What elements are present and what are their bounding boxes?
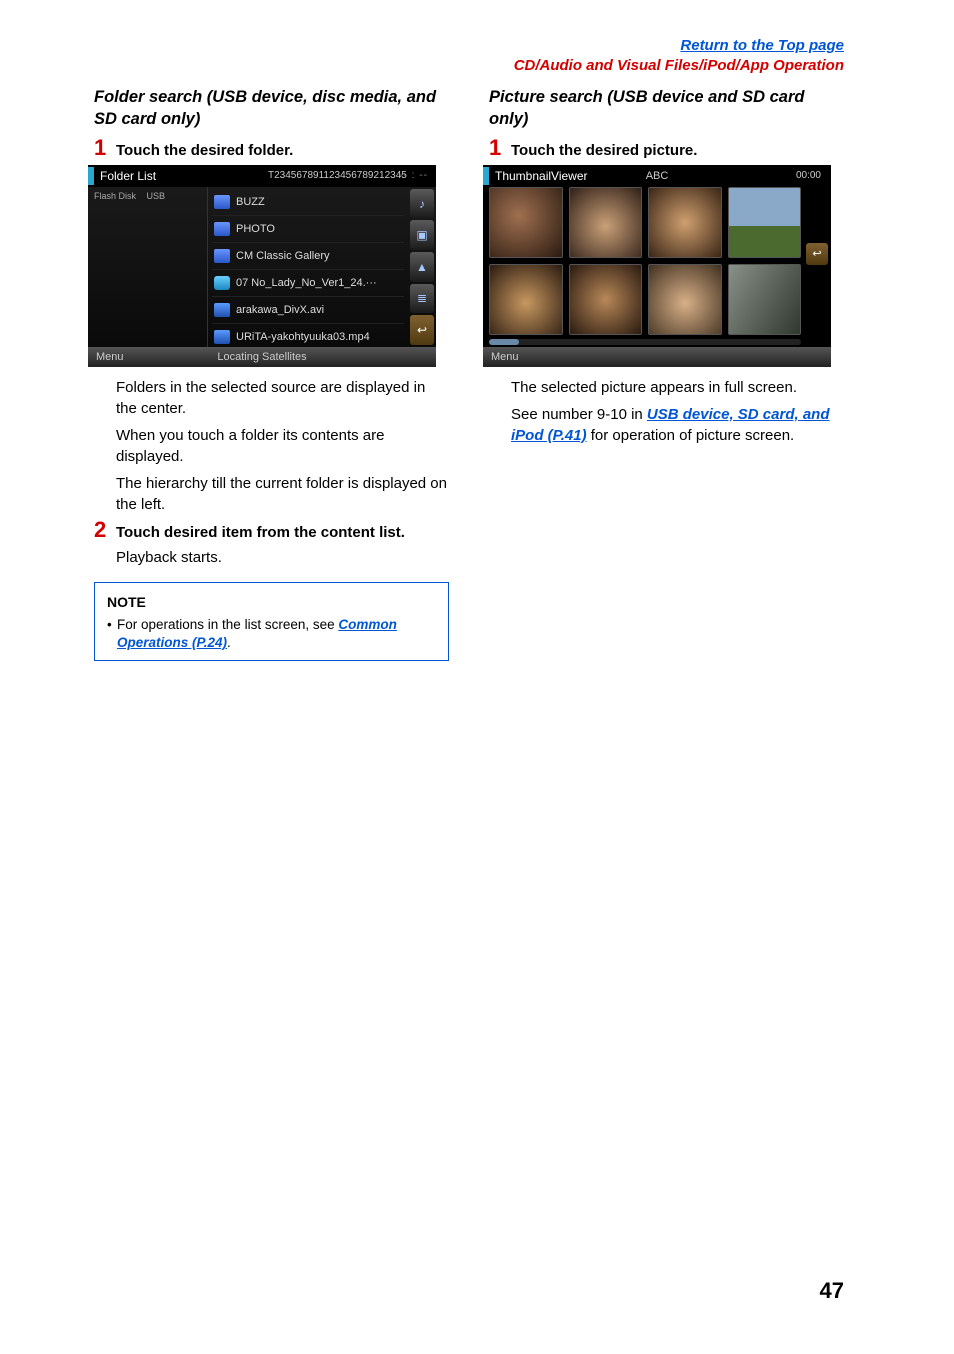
picture-thumbnail[interactable] bbox=[728, 264, 802, 335]
side-toolbar: ♪ ▣ ▲ ≣ ↩ bbox=[408, 187, 436, 347]
body-text: Folders in the selected source are displ… bbox=[116, 377, 449, 419]
page-header: Return to the Top page CD/Audio and Visu… bbox=[514, 36, 844, 77]
crumb-usb: USB bbox=[147, 191, 166, 201]
video-file-icon bbox=[214, 303, 230, 317]
folder-hierarchy: Flash Disk USB bbox=[88, 187, 208, 347]
step-1: 1 Touch the desired picture. bbox=[489, 139, 844, 161]
body-text: The hierarchy till the current folder is… bbox=[116, 473, 449, 515]
music-filter-button[interactable]: ♪ bbox=[410, 189, 434, 219]
step-text: Touch desired item from the content list… bbox=[116, 521, 449, 543]
body-text: See number 9-10 in USB device, SD card, … bbox=[511, 404, 844, 446]
thumbnail-scrollbar[interactable] bbox=[489, 339, 801, 345]
list-item[interactable]: CM Classic Gallery bbox=[212, 243, 404, 270]
note-title: NOTE bbox=[107, 593, 436, 612]
return-top-link[interactable]: Return to the Top page bbox=[680, 37, 844, 54]
section-breadcrumb: CD/Audio and Visual Files/iPod/App Opera… bbox=[514, 56, 844, 76]
list-item[interactable]: 07 No_Lady_No_Ver1_24.··· bbox=[212, 270, 404, 297]
step-text: Touch the desired folder. bbox=[116, 139, 449, 161]
folder-list-screenshot: Folder List T234567891123456789212345 --… bbox=[88, 165, 436, 367]
thumbnail-viewer-screenshot: ThumbnailViewer ABC 00:00 ↩ Menu bbox=[483, 165, 831, 367]
body-text: The selected picture appears in full scr… bbox=[511, 377, 844, 398]
back-button[interactable]: ↩ bbox=[410, 315, 434, 345]
screen-title: ThumbnailViewer bbox=[495, 169, 588, 183]
video-file-icon bbox=[214, 330, 230, 344]
picture-search-heading: Picture search (USB device and SD card o… bbox=[489, 86, 844, 131]
folder-content-list: BUZZ PHOTO CM Classic Gallery 07 No_Lady… bbox=[208, 187, 408, 347]
page-number: 47 bbox=[820, 1278, 844, 1304]
note-box: NOTE For operations in the list screen, … bbox=[94, 582, 449, 661]
menu-button[interactable]: Menu bbox=[88, 351, 124, 363]
picture-filter-button[interactable]: ▲ bbox=[410, 252, 434, 282]
list-item[interactable]: PHOTO bbox=[212, 216, 404, 243]
music-file-icon bbox=[214, 276, 230, 290]
path-text: T234567891123456789212345 bbox=[268, 170, 407, 181]
picture-thumbnail[interactable] bbox=[569, 264, 643, 335]
gps-status: Locating Satellites bbox=[217, 351, 306, 363]
thumbnail-grid bbox=[489, 187, 801, 335]
step-2: 2 Touch desired item from the content li… bbox=[94, 521, 449, 543]
note-item: For operations in the list screen, see C… bbox=[107, 616, 436, 652]
folder-icon bbox=[214, 222, 230, 236]
folder-icon bbox=[214, 249, 230, 263]
folder-name: ABC bbox=[646, 170, 669, 182]
menu-button[interactable]: Menu bbox=[483, 351, 519, 363]
right-column: Picture search (USB device and SD card o… bbox=[489, 86, 844, 661]
step-text: Touch the desired picture. bbox=[511, 139, 844, 161]
body-text: When you touch a folder its contents are… bbox=[116, 425, 449, 467]
playlist-button[interactable]: ≣ bbox=[410, 284, 434, 314]
picture-thumbnail[interactable] bbox=[489, 264, 563, 335]
list-item[interactable]: arakawa_DivX.avi bbox=[212, 297, 404, 324]
picture-thumbnail[interactable] bbox=[648, 187, 722, 258]
crumb-root: Flash Disk bbox=[94, 191, 136, 201]
list-item[interactable]: BUZZ bbox=[212, 189, 404, 216]
left-column: Folder search (USB device, disc media, a… bbox=[94, 86, 449, 661]
picture-thumbnail[interactable] bbox=[569, 187, 643, 258]
step-number: 1 bbox=[489, 137, 511, 161]
step-1: 1 Touch the desired folder. bbox=[94, 139, 449, 161]
step-number: 2 bbox=[94, 519, 116, 543]
folder-icon bbox=[214, 195, 230, 209]
back-button[interactable]: ↩ bbox=[806, 243, 828, 265]
picture-thumbnail[interactable] bbox=[728, 187, 802, 258]
folder-search-heading: Folder search (USB device, disc media, a… bbox=[94, 86, 449, 131]
step-number: 1 bbox=[94, 137, 116, 161]
picture-thumbnail[interactable] bbox=[648, 264, 722, 335]
picture-thumbnail[interactable] bbox=[489, 187, 563, 258]
screen-title: Folder List bbox=[100, 169, 156, 183]
time-indicator: -- : -- bbox=[399, 170, 428, 181]
time-indicator: 00:00 bbox=[796, 170, 821, 181]
video-filter-button[interactable]: ▣ bbox=[410, 220, 434, 250]
body-text: Playback starts. bbox=[116, 547, 449, 568]
